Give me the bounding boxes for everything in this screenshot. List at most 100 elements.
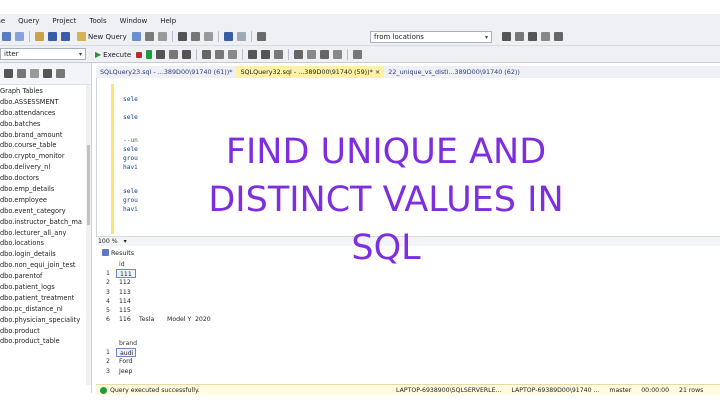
toolbox-icon[interactable] xyxy=(528,32,537,41)
table-row[interactable]: 6 116 Tesla Model Y 2020 xyxy=(100,315,220,324)
connect-icon[interactable] xyxy=(4,69,13,78)
uncomment-icon[interactable] xyxy=(307,50,317,59)
stop-icon[interactable] xyxy=(136,51,143,58)
table-row[interactable]: 5 115 xyxy=(100,306,220,315)
tree-item[interactable]: dbo.login_details xyxy=(0,249,91,260)
cell-id[interactable]: 115 xyxy=(116,306,136,315)
menu-item-window[interactable]: Window xyxy=(120,17,148,25)
table-row[interactable]: 2 112 xyxy=(100,278,220,287)
cell-year[interactable]: 2020 xyxy=(192,315,220,324)
back-icon[interactable] xyxy=(2,32,11,41)
tree-item[interactable]: dbo.patient_logs xyxy=(0,282,91,293)
results-grid-icon[interactable] xyxy=(261,50,271,59)
forward-icon[interactable] xyxy=(15,32,24,41)
cut-icon[interactable] xyxy=(177,32,187,41)
cell-brand[interactable]: audi xyxy=(116,348,136,358)
copy-icon[interactable] xyxy=(190,32,200,41)
tab-sqlquery23[interactable]: SQLQuery23.sql - ...389D00\91740 (61))* xyxy=(96,66,236,78)
query-design-icon[interactable] xyxy=(169,50,179,59)
cell-brand[interactable]: Jeep xyxy=(116,367,136,376)
dmx-icon[interactable] xyxy=(157,32,167,41)
tree-item[interactable]: dbo.locations xyxy=(0,238,91,249)
results-file-icon[interactable] xyxy=(274,50,284,59)
tree-item[interactable]: dbo.brand_amount xyxy=(0,130,91,141)
column-header-id[interactable]: id xyxy=(116,260,136,269)
save-all-icon[interactable] xyxy=(61,32,70,41)
tree-item[interactable]: dbo.product xyxy=(0,326,91,337)
zoom-level[interactable]: 100 % xyxy=(98,238,118,245)
tree-item[interactable]: dbo.parentof xyxy=(0,271,91,282)
parse-icon[interactable] xyxy=(146,50,153,59)
indent-icon[interactable] xyxy=(320,50,330,59)
results-text-icon[interactable] xyxy=(248,50,258,59)
redo-icon[interactable] xyxy=(236,32,246,41)
table-row[interactable]: 4 114 xyxy=(100,297,220,306)
tree-item[interactable]: dbo.employee xyxy=(0,195,91,206)
tree-item[interactable]: dbo.product_table xyxy=(0,336,91,347)
cell-id[interactable]: 112 xyxy=(116,278,136,287)
tree-item[interactable]: dbo.delivery_nl xyxy=(0,162,91,173)
undo-icon[interactable] xyxy=(223,32,233,41)
menu-item-file[interactable]: me xyxy=(0,17,5,25)
execute-button[interactable]: ▶ Execute xyxy=(95,50,131,59)
new-query-button[interactable]: New Query xyxy=(75,32,127,41)
layout-icon[interactable] xyxy=(541,32,550,41)
comment-icon[interactable] xyxy=(294,50,304,59)
available-databases-combo[interactable]: itter ▾ xyxy=(0,48,86,60)
activity-icon[interactable] xyxy=(56,69,65,78)
menu-item-help[interactable]: Help xyxy=(160,17,176,25)
include-plan-icon[interactable] xyxy=(202,50,212,59)
menu-item-project[interactable]: Project xyxy=(52,17,76,25)
cell-brand[interactable]: Tesla xyxy=(136,315,164,324)
menu-item-tools[interactable]: Tools xyxy=(89,17,106,25)
wrench-icon[interactable] xyxy=(515,32,524,41)
table-row[interactable]: 1 audi xyxy=(100,348,136,358)
intellisense-icon[interactable] xyxy=(182,50,192,59)
customize-icon[interactable] xyxy=(554,32,563,41)
mdx-icon[interactable] xyxy=(144,32,154,41)
refresh-icon[interactable] xyxy=(43,69,52,78)
column-header-brand[interactable]: brand xyxy=(116,339,137,348)
db-query-icon[interactable] xyxy=(131,32,141,41)
cell-id[interactable]: 116 xyxy=(116,315,136,324)
disconnect-icon[interactable] xyxy=(17,69,26,78)
cell-model[interactable]: Model Y xyxy=(164,315,192,324)
cell-id[interactable]: 113 xyxy=(116,288,136,297)
cell-id[interactable]: 111 xyxy=(116,269,136,279)
table-row[interactable]: 3 113 xyxy=(100,288,220,297)
properties-icon[interactable] xyxy=(502,32,511,41)
tab-unique-vs-distinct[interactable]: 22_unique_vs_disti...389D00\91740 (62)) xyxy=(384,66,524,78)
tree-item[interactable]: Graph Tables xyxy=(0,86,91,97)
client-stats-icon[interactable] xyxy=(228,50,238,59)
table-row[interactable]: 3 Jeep xyxy=(100,367,136,376)
template-icon[interactable] xyxy=(353,50,363,59)
find-combo[interactable]: from locations ▾ xyxy=(370,31,492,43)
tree-item[interactable]: dbo.crypto_monitor xyxy=(0,151,91,162)
tab-sqlquery32[interactable]: SQLQuery32.sql - ...389D00\91740 (59))* … xyxy=(236,66,385,78)
cell-id[interactable]: 114 xyxy=(116,297,136,306)
tree-item[interactable]: dbo.non_equi_join_test xyxy=(0,260,91,271)
vertical-scrollbar[interactable] xyxy=(86,85,91,385)
save-icon[interactable] xyxy=(48,32,57,41)
tree-item[interactable]: dbo.instructor_batch_ma xyxy=(0,217,91,228)
tree-item[interactable]: dbo.attendances xyxy=(0,108,91,119)
outdent-icon[interactable] xyxy=(333,50,343,59)
filter-icon[interactable] xyxy=(30,69,39,78)
solution-icon[interactable] xyxy=(256,32,266,41)
tree-item[interactable]: dbo.lecturer_all_any xyxy=(0,228,91,239)
tree-item[interactable]: dbo.course_table xyxy=(0,140,91,151)
chevron-down-icon[interactable]: ▾ xyxy=(124,238,127,245)
open-icon[interactable] xyxy=(35,32,44,41)
tree-item[interactable]: dbo.ASSESSMENT xyxy=(0,97,91,108)
cell-brand[interactable]: Ford xyxy=(116,357,136,366)
tree-item[interactable]: dbo.batches xyxy=(0,119,91,130)
menu-item-query[interactable]: Query xyxy=(18,17,39,25)
tree-item[interactable]: dbo.physician_speciality xyxy=(0,315,91,326)
paste-icon[interactable] xyxy=(203,32,213,41)
tree-item[interactable]: dbo.doctors xyxy=(0,173,91,184)
scrollbar-thumb[interactable] xyxy=(87,145,90,225)
tree-item[interactable]: dbo.event_category xyxy=(0,206,91,217)
table-row[interactable]: 2 Ford xyxy=(100,357,136,366)
live-stats-icon[interactable] xyxy=(215,50,225,59)
tree-item[interactable]: dbo.pc_distance_nl xyxy=(0,304,91,315)
